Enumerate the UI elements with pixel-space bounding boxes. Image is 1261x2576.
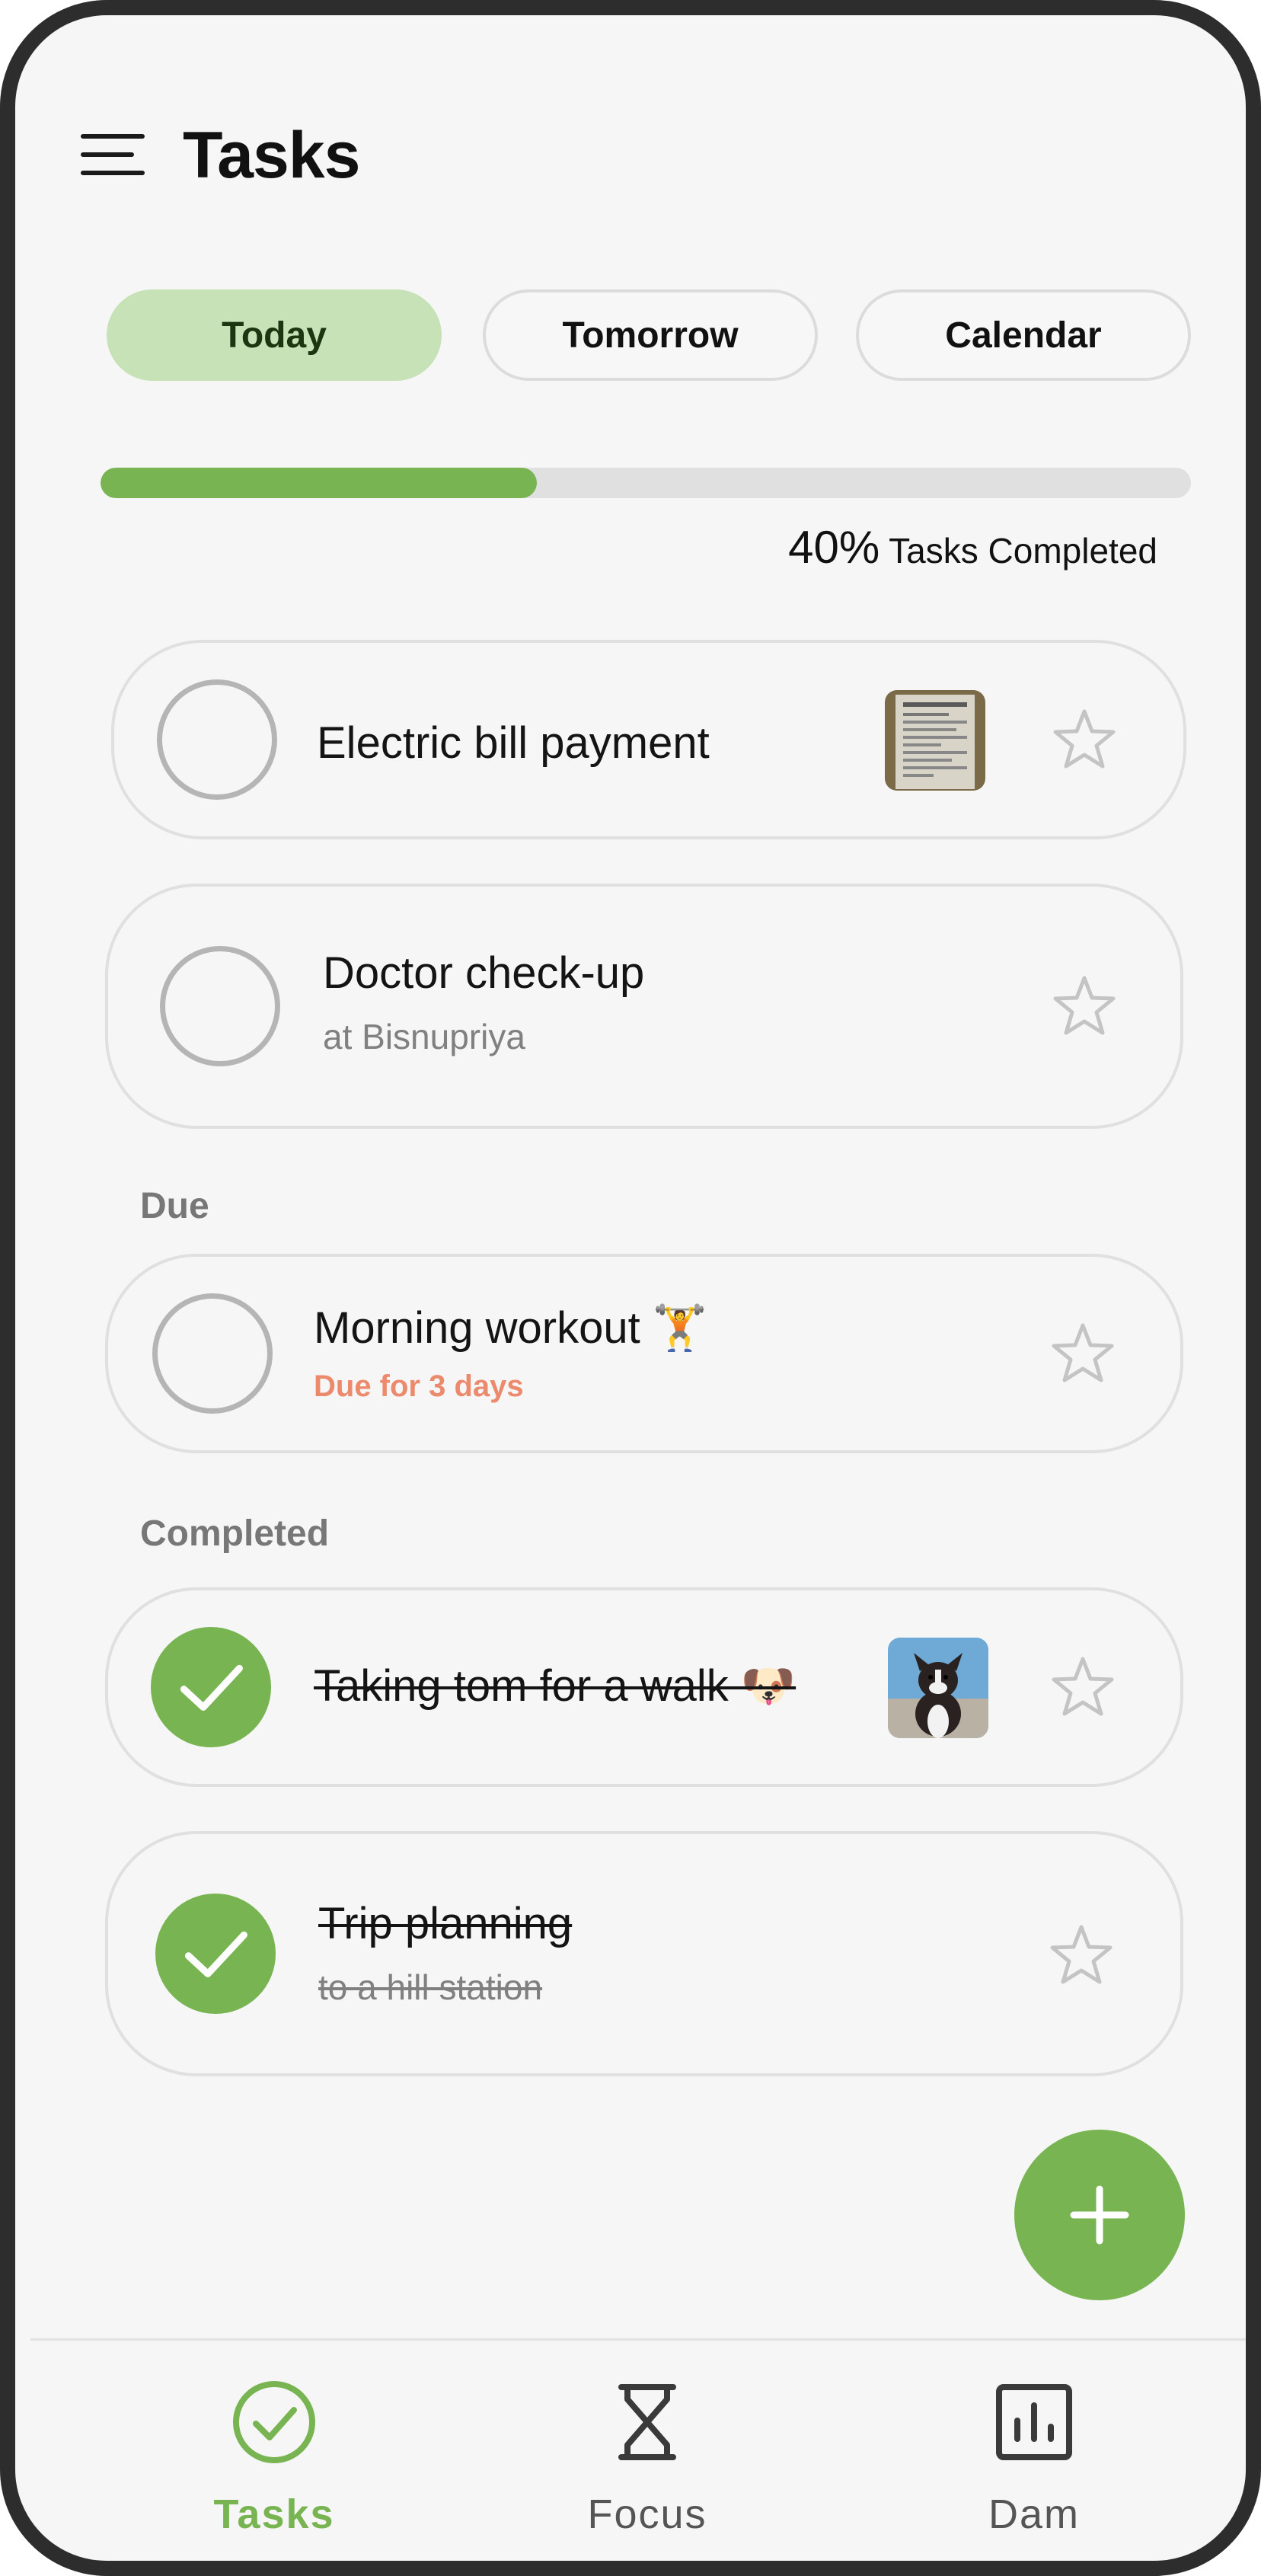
tab-today[interactable]: Today <box>107 289 442 381</box>
nav-item-tasks[interactable]: Tasks <box>160 2376 388 2552</box>
progress-percent: 40% <box>788 522 880 573</box>
task-due-text: Due for 3 days <box>314 1369 524 1403</box>
task-checkbox-checked[interactable] <box>151 1627 271 1747</box>
receipt-photo-thumbnail[interactable] <box>885 690 985 791</box>
nav-label: Dam <box>988 2491 1080 2537</box>
progress-label: 40% Tasks Completed <box>788 521 1157 574</box>
task-title: Electric bill payment <box>317 718 710 768</box>
task-subtitle: at Bisnupriya <box>323 1017 525 1056</box>
checkmark-icon <box>180 1664 243 1711</box>
progress-suffix: Tasks Completed <box>889 531 1157 570</box>
task-checkbox[interactable] <box>160 946 280 1066</box>
task-card-electric-bill[interactable]: Electric bill payment <box>111 640 1186 839</box>
check-circle-icon <box>233 2381 315 2463</box>
nav-label: Tasks <box>213 2491 335 2537</box>
dog-photo-thumbnail[interactable] <box>888 1638 988 1738</box>
nav-item-dam[interactable]: Dam <box>920 2376 1148 2552</box>
task-title: Trip planning <box>318 1899 573 1948</box>
task-card-doctor-checkup[interactable]: Doctor check-up at Bisnupriya <box>105 884 1183 1129</box>
section-label-completed: Completed <box>140 1513 330 1554</box>
page-title: Tasks <box>183 119 360 192</box>
add-task-button[interactable] <box>1014 2130 1185 2300</box>
star-icon[interactable] <box>1046 1318 1119 1391</box>
tab-tomorrow[interactable]: Tomorrow <box>483 289 818 381</box>
task-card-taking-tom-for-walk[interactable]: Taking tom for a walk 🐶 <box>105 1587 1183 1787</box>
app-screen: Tasks Today Tomorrow Calendar 40% Tasks … <box>0 0 1261 2576</box>
task-card-morning-workout[interactable]: Morning workout 🏋 Due for 3 days <box>105 1254 1183 1453</box>
nav-label: Focus <box>587 2491 707 2537</box>
task-checkbox[interactable] <box>152 1293 273 1414</box>
nav-item-focus[interactable]: Focus <box>533 2376 761 2552</box>
menu-icon[interactable] <box>81 131 145 181</box>
task-title: Doctor check-up <box>323 948 645 998</box>
task-title: Taking tom for a walk 🐶 <box>314 1661 797 1711</box>
star-icon[interactable] <box>1046 1651 1119 1724</box>
bottom-nav-divider <box>30 2338 1246 2341</box>
progress-bar <box>101 468 1191 498</box>
task-title: Morning workout 🏋 <box>314 1303 708 1353</box>
progress-bar-fill <box>101 468 537 498</box>
section-label-due: Due <box>140 1186 209 1226</box>
star-icon[interactable] <box>1048 970 1121 1044</box>
task-checkbox-checked[interactable] <box>155 1894 276 2014</box>
task-checkbox[interactable] <box>157 679 277 800</box>
bar-chart-icon <box>996 2384 1072 2460</box>
task-subtitle: to a hill station <box>318 1967 543 2007</box>
plus-icon <box>1070 2185 1129 2245</box>
star-icon[interactable] <box>1045 1919 1118 1993</box>
star-icon[interactable] <box>1048 704 1121 777</box>
hourglass-icon <box>618 2384 676 2460</box>
checkmark-icon <box>184 1931 247 1977</box>
tab-calendar[interactable]: Calendar <box>856 289 1191 381</box>
task-card-trip-planning[interactable]: Trip planning to a hill station <box>105 1831 1183 2076</box>
